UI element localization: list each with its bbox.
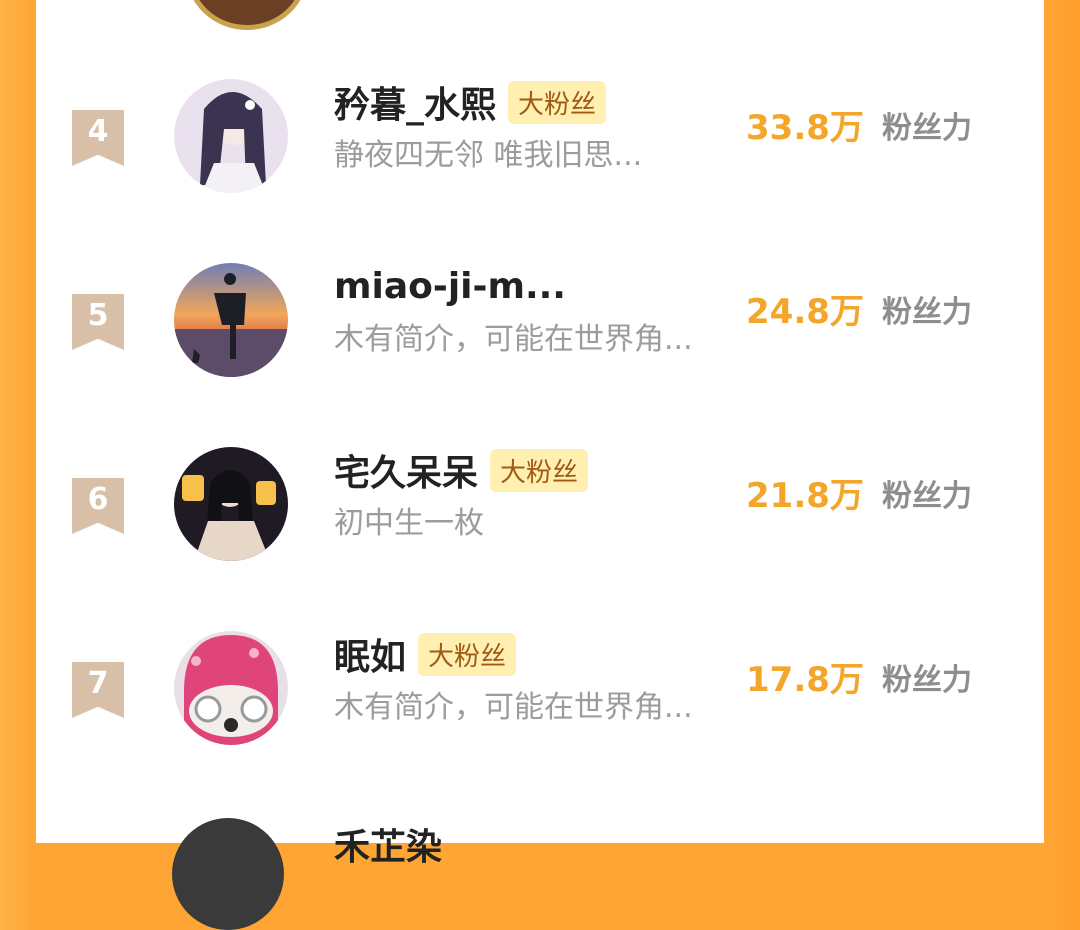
avatar[interactable] xyxy=(174,447,288,561)
big-fan-badge: 大粉丝 xyxy=(508,80,607,124)
avatar-image-lantern-girl xyxy=(174,447,288,561)
rank-number: 7 xyxy=(87,666,109,701)
big-fan-badge: 大粉丝 xyxy=(490,448,589,492)
rank-ribbon-icon: 5 xyxy=(72,294,124,350)
avatar-partial-previous[interactable] xyxy=(186,0,308,30)
leaderboard-row[interactable]: 7 眠如 大粉丝 木有简介，可能在世界角... 17.8万 粉丝力 xyxy=(36,631,1044,768)
fan-power-score: 17.8万 xyxy=(746,660,864,700)
username[interactable]: 矜暮_水熙 xyxy=(334,76,496,128)
avatar[interactable] xyxy=(174,79,288,193)
fan-power-score: 33.8万 xyxy=(746,108,864,148)
username[interactable]: 宅久呆呆 xyxy=(334,444,478,496)
username[interactable]: miao-ji-m... xyxy=(334,266,566,307)
user-bio: 初中生一枚 xyxy=(334,506,484,541)
leaderboard-row[interactable]: 6 宅久呆呆 大粉丝 初中生一枚 21.8万 粉丝力 xyxy=(36,447,1044,584)
leaderboard-row[interactable]: 4 矜暮_水熙 大粉丝 静夜四无邻 唯我旧思... 33.8万 粉丝力 xyxy=(36,79,1044,216)
fan-power-label: 粉丝力 xyxy=(882,663,972,698)
avatar-partial-next[interactable] xyxy=(172,818,284,930)
fan-power-label: 粉丝力 xyxy=(882,111,972,146)
avatar[interactable] xyxy=(174,263,288,377)
fan-power-label: 粉丝力 xyxy=(882,479,972,514)
rank-ribbon-icon: 6 xyxy=(72,478,124,534)
username-partial-next[interactable]: 禾芷染 xyxy=(334,818,442,870)
avatar-image-pink-plush xyxy=(174,631,288,745)
rank-number: 4 xyxy=(87,114,109,149)
name-line: miao-ji-m... xyxy=(334,262,566,310)
user-bio: 木有简介，可能在世界角... xyxy=(334,322,693,357)
name-line: 矜暮_水熙 大粉丝 xyxy=(334,76,607,128)
avatar-image-anime-girl-purple xyxy=(174,79,288,193)
rank-ribbon-icon: 4 xyxy=(72,110,124,166)
username[interactable]: 眠如 xyxy=(334,628,406,680)
avatar[interactable] xyxy=(174,631,288,745)
fan-power-score: 24.8万 xyxy=(746,292,864,332)
user-bio: 木有简介，可能在世界角... xyxy=(334,690,693,725)
leaderboard-panel: 4 矜暮_水熙 大粉丝 静夜四无邻 唯我旧思... 33.8万 粉丝力 5 mi… xyxy=(36,0,1044,843)
rank-number: 5 xyxy=(87,298,109,333)
fan-power-label: 粉丝力 xyxy=(882,295,972,330)
leaderboard-row[interactable]: 5 miao-ji-m... 木有简介，可能在世界角... 24.8万 粉丝力 xyxy=(36,263,1044,400)
user-bio: 静夜四无邻 唯我旧思... xyxy=(334,138,643,173)
name-line: 眠如 大粉丝 xyxy=(334,628,517,680)
big-fan-badge: 大粉丝 xyxy=(418,632,517,676)
fan-power-score: 21.8万 xyxy=(746,476,864,516)
name-line: 宅久呆呆 大粉丝 xyxy=(334,444,589,496)
avatar-image-sunset-silhouette xyxy=(174,263,288,377)
rank-ribbon-icon: 7 xyxy=(72,662,124,718)
rank-number: 6 xyxy=(87,482,109,517)
